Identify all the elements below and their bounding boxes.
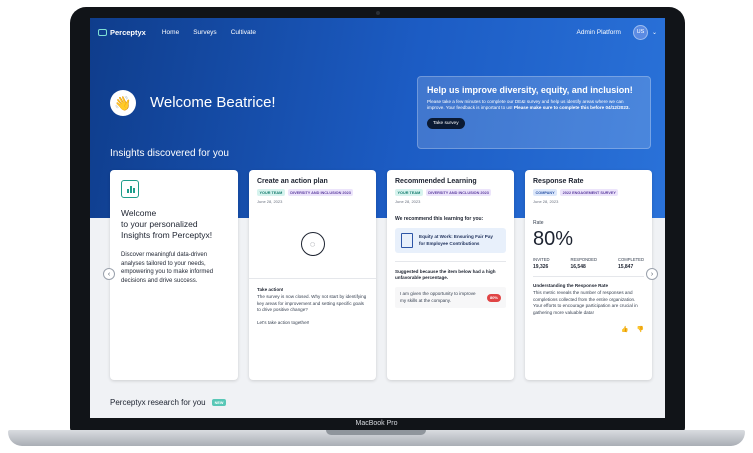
tag-survey: DIVERSITY AND INCLUSION 2023	[425, 189, 492, 196]
chart-icon-bar	[133, 188, 135, 193]
stat-completed: COMPLETED 15,847	[618, 257, 644, 270]
chart-icon-bar	[130, 186, 132, 193]
card-title: Recommended Learning	[395, 178, 477, 185]
response-rate-card[interactable]: Response Rate COMPANY 2022 ENGAGEMENT SU…	[525, 170, 652, 380]
tag-list: YOUR TEAM DIVERSITY AND INCLUSION 2023	[395, 189, 506, 196]
carousel-next-button[interactable]: ›	[646, 268, 658, 280]
waving-hand-icon: 👋	[110, 90, 136, 116]
chevron-down-icon[interactable]: ⌄	[652, 29, 657, 36]
logo-icon	[98, 28, 107, 36]
dei-survey-callout: Help us improve diversity, equity, and i…	[417, 76, 651, 149]
take-action-text: The survey is now closed. Why not start …	[257, 294, 367, 312]
ghost-icon: ◌	[300, 232, 325, 256]
carousel-prev-button[interactable]: ‹	[103, 268, 115, 280]
stat-invited: INVITED 19,326	[533, 257, 550, 270]
card-title: Create an action plan	[257, 178, 328, 185]
chart-icon-bar	[127, 189, 129, 193]
dei-title: Help us improve diversity, equity, and i…	[427, 85, 633, 95]
rate-text: This metric reveals the number of respon…	[533, 290, 638, 315]
camera	[376, 11, 380, 15]
survey-item-text: I am given the opportunity to improve my…	[400, 291, 476, 303]
tag-your-team: YOUR TEAM	[395, 189, 423, 196]
laptop-notch	[326, 430, 426, 435]
user-avatar[interactable]: US	[632, 24, 648, 40]
logo[interactable]: Perceptyx	[98, 28, 146, 37]
chart-icon	[121, 180, 139, 198]
stat-responded: RESPONDED 16,548	[570, 257, 597, 270]
unfavorable-badge: 80%	[486, 293, 501, 302]
divider	[249, 278, 376, 279]
welcome-heading: Welcome Beatrice!	[150, 94, 276, 111]
divider	[533, 276, 644, 277]
new-badge: NEW	[211, 399, 227, 406]
tag-survey: DIVERSITY AND INCLUSION 2023	[287, 189, 354, 196]
rate-stats: INVITED 19,326 RESPONDED 16,548 COMPLETE…	[533, 257, 644, 270]
take-action-heading: Take action!	[257, 287, 284, 292]
tag-your-team: YOUR TEAM	[257, 189, 285, 196]
stat-label: COMPLETED	[617, 257, 644, 262]
device-label: MacBook Pro	[355, 420, 398, 427]
tag-list: COMPANY 2022 ENGAGEMENT SURVEY	[533, 189, 644, 196]
nav-cultivate[interactable]: Cultivate	[231, 29, 256, 36]
survey-item: I am given the opportunity to improve my…	[395, 287, 506, 308]
take-action-cta: Let's take action together!	[257, 319, 310, 325]
course-title: Equity at Work: Ensuring Fair Pay for Em…	[419, 234, 493, 246]
nav-surveys[interactable]: Surveys	[193, 29, 216, 36]
welcome-card: Welcome to your personalized Insights fr…	[110, 170, 238, 380]
rate-heading: Understanding the Response Rate	[533, 283, 609, 288]
dei-body: Please take a few minutes to complete ou…	[427, 99, 641, 111]
stat-label: INVITED	[533, 257, 550, 262]
admin-platform-link[interactable]: Admin Platform	[577, 29, 621, 36]
feedback-buttons: 👍 👎	[533, 326, 644, 333]
research-title: Perceptyx research for you	[110, 398, 206, 407]
welcome-card-heading: Welcome to your personalized Insights fr…	[121, 208, 213, 240]
card-date: June 28, 2023	[395, 199, 421, 204]
thumbs-down-icon[interactable]: 👎	[637, 326, 644, 333]
recommended-learning-card[interactable]: Recommended Learning YOUR TEAM DIVERSITY…	[387, 170, 514, 380]
screen: Perceptyx Home Surveys Cultivate Admin P…	[90, 18, 665, 418]
insights-title: Insights discovered for you	[110, 148, 229, 159]
card-date: June 28, 2023	[533, 199, 559, 204]
thumbs-up-icon[interactable]: 👍	[621, 326, 628, 333]
research-section-title: Perceptyx research for you NEW	[110, 398, 227, 407]
ghost-illustration: ◌	[257, 232, 368, 256]
tag-survey: 2022 ENGAGEMENT SURVEY	[560, 189, 619, 196]
stat-label: RESPONDED	[570, 257, 597, 262]
learning-course[interactable]: Equity at Work: Ensuring Fair Pay for Em…	[395, 228, 506, 253]
take-survey-button[interactable]: Take survey	[427, 118, 465, 130]
top-nav: Perceptyx Home Surveys Cultivate Admin P…	[90, 18, 665, 46]
rate-value: 80%	[533, 228, 574, 250]
learning-heading: We recommend this learning for you:	[395, 216, 484, 222]
nav-right: Admin Platform US ⌄	[577, 24, 657, 40]
card-date: June 28, 2023	[257, 199, 283, 204]
stat-value: 15,847	[617, 264, 634, 270]
document-icon	[401, 233, 413, 248]
stat-value: 19,326	[533, 264, 549, 270]
tag-list: YOUR TEAM DIVERSITY AND INCLUSION 2023	[257, 189, 368, 196]
logo-text: Perceptyx	[110, 27, 146, 37]
action-plan-card[interactable]: Create an action plan YOUR TEAM DIVERSIT…	[249, 170, 376, 380]
nav-home[interactable]: Home	[162, 29, 179, 36]
welcome-card-text: Discover meaningful data-driven analyses…	[121, 252, 214, 284]
rate-label: Rate	[533, 220, 544, 226]
tag-company: COMPANY	[533, 189, 558, 196]
stat-value: 16,548	[570, 264, 586, 270]
suggested-reason: Suggested because the item below had a h…	[395, 261, 506, 281]
dei-body-bold: Please make sure to complete this before…	[513, 105, 630, 111]
card-title: Response Rate	[533, 178, 584, 185]
